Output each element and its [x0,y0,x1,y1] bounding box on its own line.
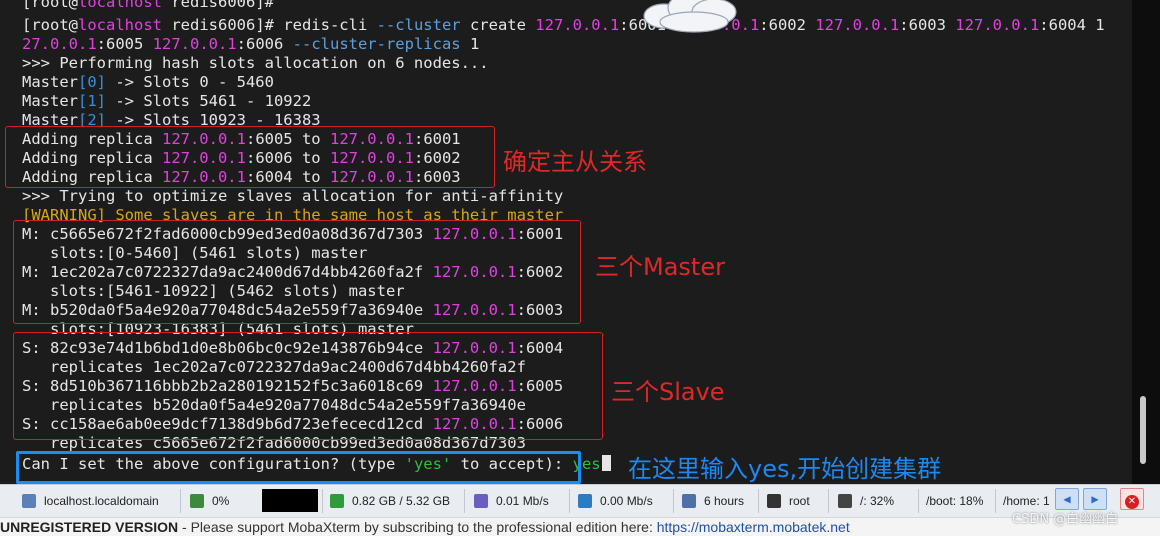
annotation-master-slave: 确定主从关系 [503,148,647,176]
memory-icon [330,494,344,508]
status-user: root [767,488,810,514]
master-highlight-box [13,220,581,324]
replica-highlight-box [5,126,495,188]
status-cpu-label: 0% [212,494,230,508]
status-user-label: root [789,494,810,508]
terminal-line: [root@localhost redis6006]# [22,0,274,11]
status-uptime: 6 hours [682,488,744,514]
prompt-highlight-box [16,451,581,484]
registration-bar: UNREGISTERED VERSION - Please support Mo… [0,517,1160,536]
status-disk-root-label: /: 32% [860,494,895,508]
cpu-icon [190,494,204,508]
terminal-line-command: [root@localhost redis6006]# redis-cli --… [22,16,1105,34]
nav-left-button[interactable]: ◀ [1055,488,1079,510]
status-upload-label: 0.01 Mb/s [496,494,549,508]
nav-right-button[interactable]: ▶ [1083,488,1107,510]
terminal-line-command-cont: 27.0.0.1:6005 127.0.0.1:6006 --cluster-r… [22,35,480,53]
nav-right-icon: ▶ [1091,492,1099,506]
support-message: - Please support MobaXterm by subscribin… [178,519,657,535]
terminal-line: >>> Performing hash slots allocation on … [22,54,489,72]
terminal-cursor [601,455,611,471]
status-upload: 0.01 Mb/s [474,488,549,514]
annotation-three-slave: 三个Slave [611,378,725,406]
terminal-line-master: Master[0] -> Slots 0 - 5460 [22,73,274,91]
status-memory-label: 0.82 GB / 5.32 GB [352,494,451,508]
status-download: 0.00 Mb/s [578,488,653,514]
unregistered-label: UNREGISTERED VERSION [0,519,179,535]
status-host: localhost.localdomain [22,488,159,514]
status-bar: localhost.localdomain 0% 0.82 GB / 5.32 … [0,484,1160,517]
close-icon: ✕ [1125,495,1139,509]
annotation-input-yes: 在这里输入yes,开始创建集群 [628,455,942,483]
status-uptime-label: 6 hours [704,494,745,508]
download-icon [578,494,592,508]
terminal-line-master: Master[1] -> Slots 5461 - 10922 [22,92,312,110]
cloud-sticker-icon [643,0,737,33]
slave-highlight-box [13,332,603,440]
mobaxterm-link[interactable]: https://mobaxterm.mobatek.net [657,519,850,535]
status-download-label: 0.00 Mb/s [600,494,653,508]
disk-icon [838,494,852,508]
status-host-label: localhost.localdomain [44,494,159,508]
terminal-pane[interactable]: [root@localhost redis6006]# [root@localh… [0,0,1132,484]
annotation-three-master: 三个Master [595,253,725,281]
cpu-graph [262,489,318,512]
status-disk-boot: /boot: 18% [926,494,984,508]
close-button[interactable]: ✕ [1120,488,1144,510]
status-cpu: 0% [190,488,229,514]
scrollbar-thumb[interactable] [1140,396,1146,464]
terminal-scrollbar[interactable] [1132,0,1160,484]
csdn-watermark: CSDN @白幽幽白 [1012,512,1119,527]
upload-icon [474,494,488,508]
status-disk-root: /: 32% [838,488,894,514]
nav-left-icon: ◀ [1063,492,1071,506]
status-memory: 0.82 GB / 5.32 GB [330,488,450,514]
user-icon [767,494,781,508]
uptime-icon [682,494,696,508]
terminal-line: >>> Trying to optimize slaves allocation… [22,187,564,205]
server-icon [22,494,36,508]
